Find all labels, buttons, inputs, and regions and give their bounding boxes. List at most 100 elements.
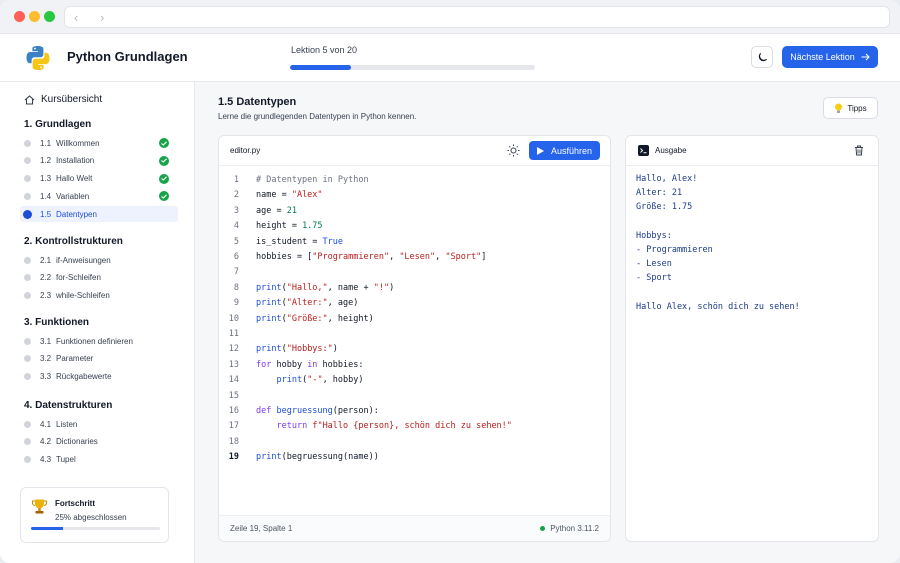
lesson-label: Variablen [56, 191, 90, 201]
tips-button[interactable]: Tipps [823, 97, 878, 119]
trash-icon[interactable] [854, 145, 864, 156]
line-number: 14 [228, 375, 239, 386]
line-number: 13 [228, 359, 239, 370]
minimize-window-button[interactable] [29, 11, 40, 22]
code-text: print("-", hobby) [276, 375, 364, 386]
sidebar-section-title: 2. Kontrollstrukturen [24, 236, 123, 247]
code-line: 4 height = 1.75 [219, 219, 610, 234]
sidebar-lesson-item[interactable]: 1.2 Installation [20, 153, 178, 169]
code-line: 3 age = 21 [219, 204, 610, 219]
sidebar-lesson-item[interactable]: 3.1 Funktionen definieren [20, 333, 178, 349]
progress-card-title: Fortschritt [55, 499, 95, 508]
code-text: print("Größe:", height) [256, 313, 374, 324]
back-arrow-icon[interactable]: ‹ [74, 10, 78, 25]
sidebar-lesson-item[interactable]: 2.3 while-Schleifen [20, 288, 178, 304]
line-number: 16 [228, 406, 239, 416]
line-number: 2 [233, 190, 239, 201]
close-window-button[interactable] [14, 11, 25, 22]
lesson-number: 3.1 [40, 336, 52, 346]
line-number: 5 [233, 236, 239, 247]
output-line: - Sport [636, 273, 672, 284]
lesson-progress-label: Lektion 5 von 20 [291, 45, 358, 55]
bullet-icon [24, 157, 31, 165]
sidebar-lesson-item[interactable]: 4.1 Listen [20, 416, 178, 432]
code-line: 6 hobbies = ["Programmieren", "Lesen", "S… [219, 250, 610, 265]
next-lesson-button[interactable]: Nächste Lektion [782, 46, 878, 68]
code-line: 1 # Datentypen in Python [219, 173, 610, 188]
lesson-number: 1.4 [40, 191, 52, 201]
lesson-label: Tupel [56, 455, 76, 465]
run-button-label: Ausführen [550, 145, 593, 156]
code-line: 2 name = "Alex" [219, 188, 610, 203]
line-number: 8 [233, 282, 239, 293]
trophy-icon [31, 499, 48, 514]
sidebar-lesson-item[interactable]: 1.5 Datentypen [20, 206, 178, 223]
code-text: for hobby in hobbies: [256, 359, 364, 370]
code-line: 16 def begruessung(person): [219, 404, 610, 419]
bullet-icon [24, 456, 31, 464]
line-number: 18 [228, 436, 239, 447]
next-lesson-label: Nächste Lektion [790, 52, 855, 62]
lesson-number: 1.3 [40, 174, 52, 184]
browser-titlebar: ‹ › [0, 0, 900, 34]
progress-card-subtitle: 25% abgeschlossen [55, 513, 127, 522]
sidebar-lesson-item[interactable]: 3.3 Rückgabewerte [20, 369, 178, 385]
sidebar-lesson-item[interactable]: 2.1 if-Anweisungen [20, 252, 178, 268]
address-bar[interactable]: ‹ › [64, 6, 890, 28]
course-overview-link[interactable]: Kursübersicht [24, 94, 102, 105]
cursor-position: Zeile 19, Spalte 1 [230, 524, 293, 533]
code-line: 12 print("Hobbys:") [219, 342, 610, 357]
code-text: print("Hobbys:") [256, 344, 338, 355]
bullet-icon [24, 420, 31, 428]
run-button[interactable]: Ausführen [529, 141, 600, 160]
lesson-subtitle: Lerne die grundlegenden Datentypen in Py… [218, 112, 417, 121]
lesson-number: 1.2 [40, 156, 52, 166]
sidebar-lesson-item[interactable]: 2.2 for-Schleifen [20, 270, 178, 286]
maximize-window-button[interactable] [44, 11, 55, 22]
sidebar-section-title: 4. Datenstrukturen [24, 400, 113, 411]
lesson-number: 1.1 [40, 138, 52, 148]
code-line: 9 print("Alter:", age) [219, 296, 610, 311]
line-number: 6 [233, 252, 239, 262]
lesson-label: Hallo Welt [56, 174, 93, 184]
code-text: # Datentypen in Python [256, 175, 369, 185]
sidebar-lesson-item[interactable]: 1.4 Variablen [20, 188, 178, 204]
lesson-number: 4.3 [40, 455, 52, 465]
code-line: 17 return f"Hallo {person}, schön dich z… [219, 419, 610, 434]
forward-arrow-icon[interactable]: › [100, 10, 104, 25]
code-line: 10 print("Größe:", height) [219, 312, 610, 327]
check-icon [159, 191, 169, 202]
sidebar-lesson-item[interactable]: 4.3 Tupel [20, 452, 178, 468]
output-line: Hobbys: [636, 230, 672, 241]
output-panel: Ausgabe Hallo, Alex! Alter: 21 Größe: 1.75… [625, 135, 879, 542]
sidebar-lesson-item[interactable]: 4.2 Dictionaries [20, 434, 178, 450]
lesson-label: Parameter [56, 354, 94, 364]
sidebar-lesson-item[interactable]: 3.2 Parameter [20, 351, 178, 367]
lesson-label: Willkommen [56, 138, 100, 148]
bullet-icon [24, 274, 31, 282]
lesson-title: 1.5 Datentypen [218, 96, 297, 108]
sidebar-lesson-item[interactable]: 1.3 Hallo Welt [20, 171, 178, 187]
sidebar-lesson-item[interactable]: 1.1 Willkommen [20, 135, 178, 151]
lesson-number: 2.2 [40, 273, 52, 283]
line-number: 3 [233, 205, 239, 216]
line-number: 17 [228, 421, 239, 432]
course-sidebar: Kursübersicht 1. Grundlagen 1.1 Willkommen… [0, 82, 195, 563]
lesson-label: Dictionaries [56, 437, 98, 447]
output-line: Alter: 21 [636, 188, 683, 199]
sidebar-section-title: 1. Grundlagen [24, 119, 92, 130]
code-line: 11 [219, 327, 610, 342]
code-text: def begruessung(person): [256, 406, 379, 416]
sun-icon[interactable] [507, 144, 520, 157]
code-editor: editor.py Ausführen 1 # Datentypen in Pyt… [218, 135, 611, 542]
lesson-number: 3.2 [40, 354, 52, 364]
lesson-number: 4.1 [40, 419, 52, 429]
python-logo-icon [26, 46, 50, 70]
output-header: Ausgabe [626, 136, 878, 166]
play-icon [536, 146, 544, 155]
python-version: Python 3.11.2 [540, 524, 599, 533]
home-icon [24, 94, 35, 105]
code-line: 15 [219, 389, 610, 404]
python-version-label: Python 3.11.2 [550, 524, 599, 533]
theme-toggle-button[interactable] [751, 46, 773, 68]
